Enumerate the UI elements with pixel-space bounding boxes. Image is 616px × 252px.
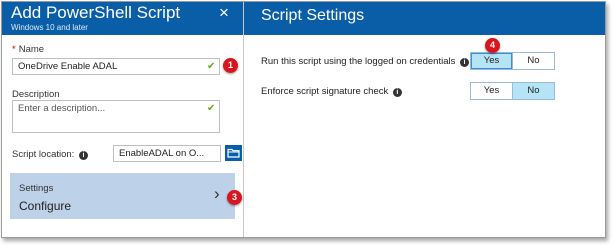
settings-label: Settings xyxy=(19,183,54,194)
script-location-label-text: Script location: xyxy=(12,149,75,160)
chevron-right-icon: › xyxy=(214,184,220,203)
blade-title: Add PowerShell Script xyxy=(11,3,181,22)
blade-header: Add PowerShell Script Windows 10 and lat… xyxy=(2,2,243,35)
name-label: * Name xyxy=(12,44,44,55)
close-icon[interactable]: × xyxy=(219,3,229,23)
folder-icon[interactable] xyxy=(225,145,242,161)
description-field[interactable]: Enter a description... xyxy=(12,100,220,133)
description-label: Description xyxy=(12,89,60,100)
no-option[interactable]: No xyxy=(512,53,554,69)
info-icon[interactable]: i xyxy=(459,58,469,67)
blade-subtitle: Windows 10 and later xyxy=(11,23,88,32)
yes-option[interactable]: Yes xyxy=(471,53,512,69)
add-powershell-script-blade: Add PowerShell Script Windows 10 and lat… xyxy=(2,2,263,237)
required-marker: * xyxy=(12,44,16,55)
enforce-signature-label: Enforce script signature check i xyxy=(261,86,402,97)
script-location-field[interactable]: EnableADAL on O... xyxy=(113,145,221,162)
info-icon[interactable]: i xyxy=(392,88,402,97)
callout-badge-1: 1 xyxy=(223,58,238,73)
run-as-logged-on-toggle[interactable]: Yes No xyxy=(470,52,555,70)
script-location-label: Script location: i xyxy=(12,149,88,160)
name-field[interactable]: OneDrive Enable ADAL xyxy=(12,58,220,75)
yes-option[interactable]: Yes xyxy=(471,83,512,99)
intune-blades-window: Add PowerShell Script Windows 10 and lat… xyxy=(1,1,606,238)
run-as-logged-on-label-text: Run this script using the logged on cred… xyxy=(261,56,456,67)
settings-configure-tile[interactable]: Settings Configure › xyxy=(10,173,235,219)
enforce-signature-toggle[interactable]: Yes No xyxy=(470,82,555,100)
enforce-signature-label-text: Enforce script signature check xyxy=(261,86,389,97)
checkmark-icon: ✔ xyxy=(207,61,216,72)
settings-value: Configure xyxy=(19,199,72,213)
callout-badge-3: 3 xyxy=(227,190,242,205)
run-as-logged-on-label: Run this script using the logged on cred… xyxy=(261,56,469,67)
callout-badge-4: 4 xyxy=(485,38,500,53)
blade-header: Script Settings xyxy=(244,2,605,35)
info-icon[interactable]: i xyxy=(78,151,88,160)
script-settings-blade: Script Settings Run this script using th… xyxy=(244,2,605,237)
no-option[interactable]: No xyxy=(512,83,554,99)
name-label-text: Name xyxy=(18,44,45,55)
blade-title: Script Settings xyxy=(261,7,365,24)
checkmark-icon: ✔ xyxy=(207,103,216,114)
